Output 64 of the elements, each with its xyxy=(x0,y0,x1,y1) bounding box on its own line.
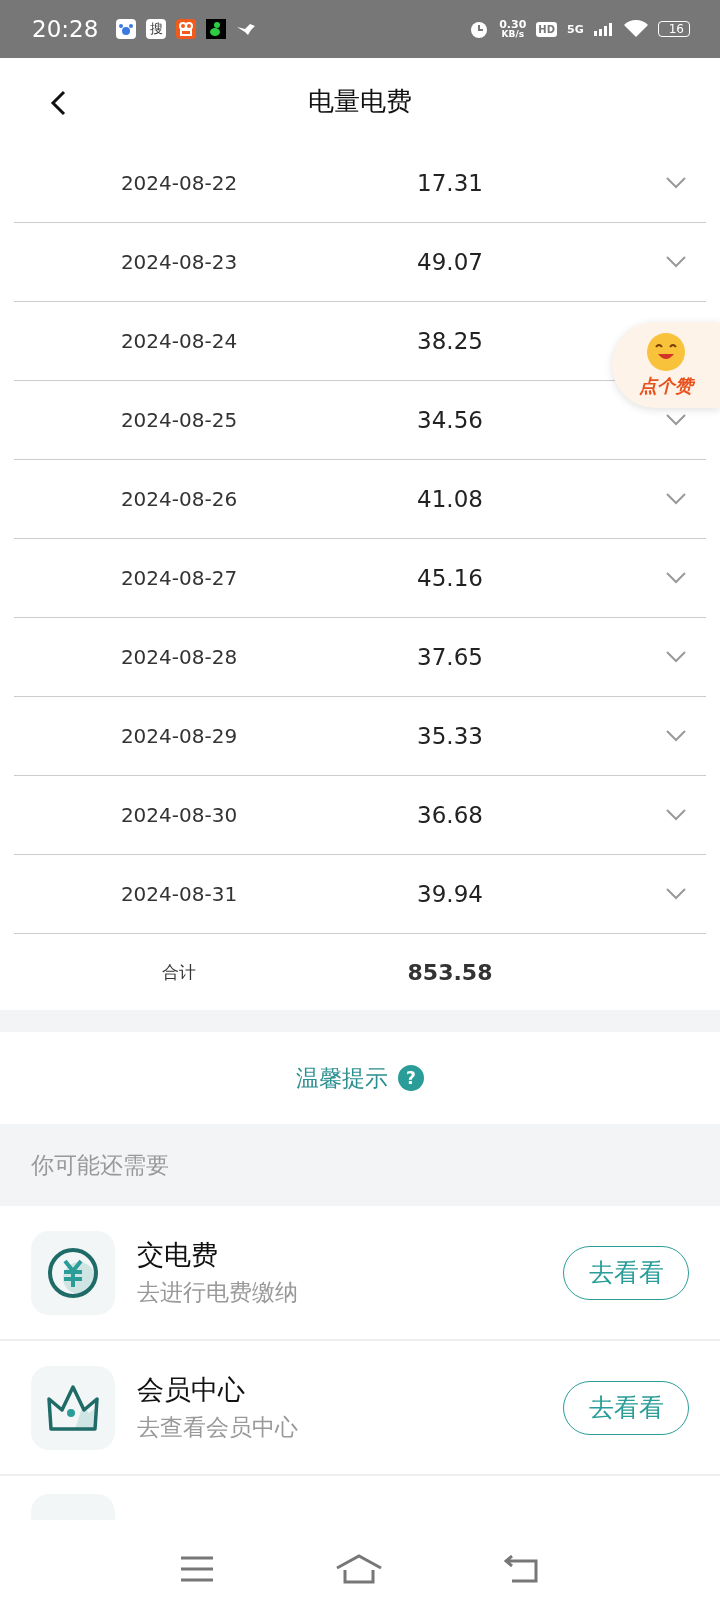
net-speed-unit: KB/s xyxy=(501,30,525,39)
paw-app-icon xyxy=(116,19,137,39)
help-icon[interactable]: ? xyxy=(398,1065,424,1091)
like-badge[interactable]: 点个赞 xyxy=(612,322,720,408)
amount-cell: 37.65 xyxy=(417,644,483,670)
item-title: 会员中心 xyxy=(137,1373,246,1407)
section-title: 你可能还需要 xyxy=(31,1150,169,1180)
wifi-icon xyxy=(623,20,648,38)
date-cell: 2024-08-25 xyxy=(120,408,238,432)
battery-level: 16 xyxy=(657,21,690,37)
page-title: 电量电费 xyxy=(308,84,412,118)
smiley-icon xyxy=(646,332,686,372)
hd-badge: HD xyxy=(536,21,558,37)
date-cell: 2024-08-24 xyxy=(120,329,238,353)
amount-cell: 41.08 xyxy=(417,486,483,512)
network-type: 5G xyxy=(567,22,584,36)
date-cell: 2024-08-27 xyxy=(120,566,238,590)
amount-cell: 35.33 xyxy=(417,723,483,749)
alarm-icon xyxy=(469,19,490,39)
menu-icon[interactable] xyxy=(180,1556,215,1582)
chevron-down-icon[interactable] xyxy=(665,413,687,427)
date-cell: 2024-08-22 xyxy=(120,171,238,195)
amount-cell: 17.31 xyxy=(417,170,483,196)
signal-icon xyxy=(593,22,614,36)
item-title: 交电费 xyxy=(137,1238,219,1272)
total-amount: 853.58 xyxy=(407,959,493,985)
date-cell: 2024-08-23 xyxy=(120,250,238,274)
go-see-button[interactable]: 去看看 xyxy=(563,1380,689,1435)
amount-cell: 36.68 xyxy=(417,802,483,828)
total-label: 合计 xyxy=(162,960,196,984)
figure-app-icon xyxy=(206,19,227,39)
like-label[interactable]: 点个赞 xyxy=(639,374,693,398)
yen-coin-icon xyxy=(46,1245,100,1300)
amount-cell: 38.25 xyxy=(417,328,483,354)
search-app-icon: 搜 xyxy=(146,19,167,39)
amount-cell: 49.07 xyxy=(417,249,483,275)
bird-icon xyxy=(236,21,257,37)
chevron-down-icon[interactable] xyxy=(665,255,687,269)
net-speed: 0.30 xyxy=(499,19,527,30)
amount-cell: 45.16 xyxy=(417,565,483,591)
back-nav-icon[interactable] xyxy=(503,1555,540,1583)
chevron-down-icon[interactable] xyxy=(665,729,687,743)
go-see-button[interactable]: 去看看 xyxy=(563,1245,689,1300)
status-time: 20:28 xyxy=(32,16,99,42)
amount-cell: 34.56 xyxy=(417,407,483,433)
item-subtitle: 去查看会员中心 xyxy=(137,1413,299,1442)
date-cell: 2024-08-30 xyxy=(120,803,238,827)
crown-icon xyxy=(45,1382,101,1433)
back-icon[interactable] xyxy=(50,90,66,116)
chevron-down-icon[interactable] xyxy=(665,492,687,506)
chevron-down-icon[interactable] xyxy=(665,808,687,822)
date-cell: 2024-08-29 xyxy=(120,724,238,748)
video-app-icon xyxy=(176,19,197,39)
home-icon[interactable] xyxy=(335,1554,383,1584)
date-cell: 2024-08-31 xyxy=(120,882,238,906)
date-cell: 2024-08-26 xyxy=(120,487,238,511)
chevron-down-icon[interactable] xyxy=(665,571,687,585)
chevron-down-icon[interactable] xyxy=(665,650,687,664)
item-subtitle: 去进行电费缴纳 xyxy=(137,1278,299,1307)
chevron-down-icon[interactable] xyxy=(665,176,687,190)
date-cell: 2024-08-28 xyxy=(120,645,238,669)
chevron-down-icon[interactable] xyxy=(665,887,687,901)
amount-cell: 39.94 xyxy=(417,881,483,907)
tips-link[interactable]: 温馨提示 xyxy=(296,1062,388,1094)
